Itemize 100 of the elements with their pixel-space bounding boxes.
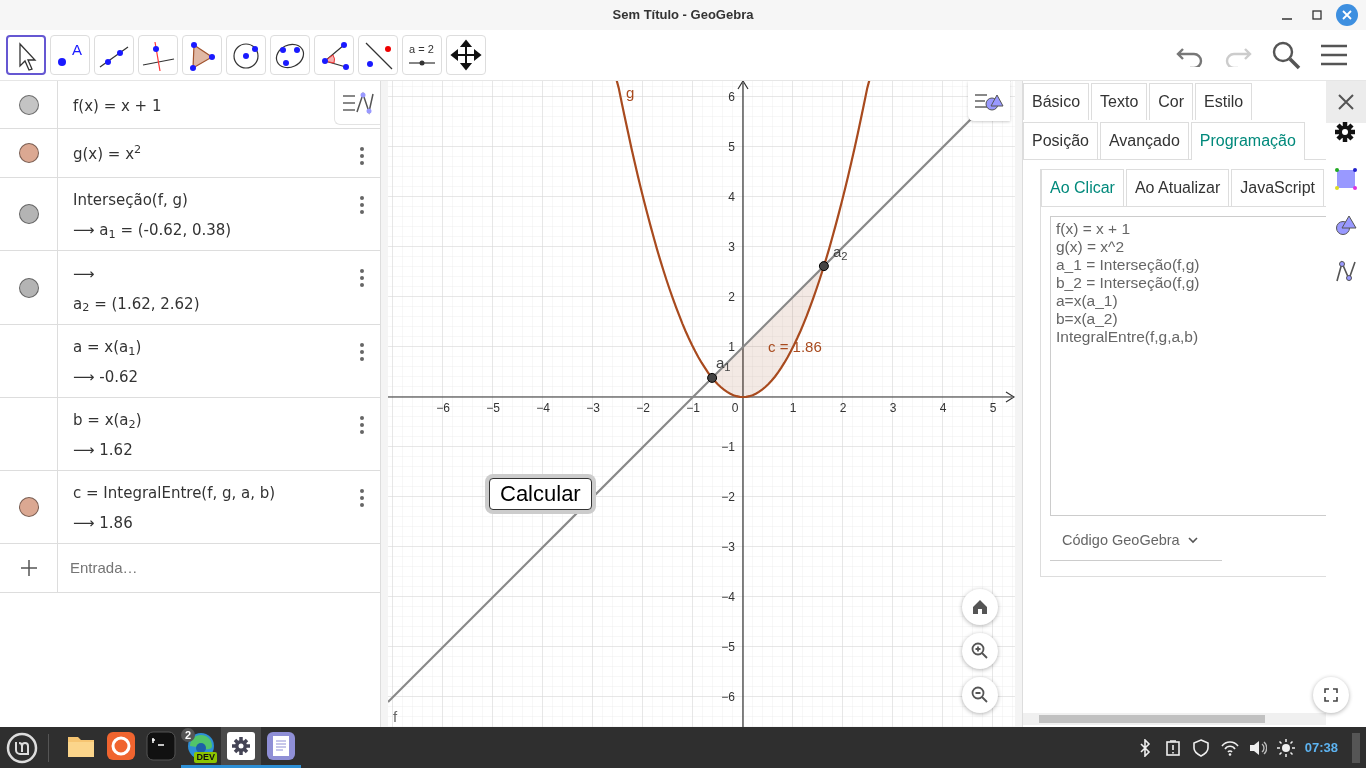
clipboard-icon <box>1164 738 1183 757</box>
shapes-icon <box>1334 213 1358 237</box>
kebab-icon <box>360 489 364 507</box>
taskbar-app[interactable] <box>221 727 261 768</box>
kebab-icon <box>360 196 364 214</box>
tick-label: −2 <box>721 490 735 504</box>
close-button[interactable] <box>1336 4 1358 26</box>
tick-label: 3 <box>889 401 897 415</box>
visibility-toggle[interactable] <box>18 94 39 115</box>
scrollbar[interactable] <box>1023 713 1326 725</box>
tick-label: 1 <box>728 340 735 354</box>
tick-label: 4 <box>728 190 735 204</box>
style-bar-button[interactable] <box>968 81 1010 121</box>
caret-icon <box>1187 537 1198 545</box>
tab[interactable]: Cor <box>1149 83 1194 120</box>
tab[interactable]: Básico <box>1023 83 1090 120</box>
shield-icon <box>1192 738 1211 757</box>
wifi-button[interactable] <box>1220 738 1239 757</box>
tag-label: DEV <box>194 752 217 763</box>
tick-label: −3 <box>586 401 600 415</box>
tick-label: 0 <box>731 401 739 415</box>
tick-label: −6 <box>436 401 450 415</box>
square-icon <box>1334 167 1358 191</box>
tool-button[interactable] <box>6 35 46 75</box>
tab[interactable]: Ao Atualizar <box>1125 169 1230 206</box>
visibility-toggle[interactable] <box>18 277 39 298</box>
point-label: a$_{1}$ <box>716 354 731 372</box>
volume-icon <box>1248 738 1267 757</box>
visibility-toggle[interactable] <box>18 204 39 224</box>
output-text: ⟶ a$_{1}$ = (-0.62, 0.38) <box>73 221 233 239</box>
clock-text[interactable]: 07:38 <box>1304 737 1338 758</box>
fullscreen-icon <box>1324 688 1338 702</box>
point-icon <box>57 57 67 67</box>
tick-label: 3 <box>728 240 735 254</box>
browser-icon <box>106 731 136 761</box>
tab[interactable]: Ao Clicar <box>1041 169 1124 206</box>
tick-label: −6 <box>721 690 735 704</box>
splitter-handle[interactable] <box>381 81 388 727</box>
expression-text: c = IntegralEntre(f, g, a, b) <box>73 484 277 502</box>
move-arrows-icon <box>448 37 484 73</box>
expression-text: Interseção(f, g) <box>73 191 189 209</box>
visibility-toggle[interactable] <box>18 143 39 163</box>
expression-text: a = x(a$_{1}$) <box>73 338 143 356</box>
slider-icon <box>408 60 436 66</box>
kebab-icon <box>360 416 364 434</box>
close-button[interactable] <box>1326 81 1366 123</box>
menu-icon <box>1320 43 1348 67</box>
brightness-button[interactable] <box>1276 738 1295 757</box>
terminal-icon <box>146 731 176 761</box>
tick-label: −4 <box>536 401 550 415</box>
graph-style-icon <box>1334 259 1358 283</box>
tick-label: 2 <box>728 290 735 304</box>
tick-label: 6 <box>728 90 735 104</box>
fullscreen-button[interactable] <box>1313 677 1349 713</box>
maximize-icon <box>1312 10 1322 20</box>
search-button[interactable] <box>1270 39 1302 71</box>
tick-label: −1 <box>721 440 735 454</box>
output-text: ⟶ 1.62 <box>73 441 134 459</box>
tab[interactable]: JavaScript <box>1231 169 1324 206</box>
gear-icon <box>1334 121 1358 145</box>
tick-label: 2 <box>839 401 847 415</box>
intersection-point <box>707 372 718 383</box>
tick-label: −1 <box>686 401 700 415</box>
tick-label: −5 <box>486 401 500 415</box>
tab[interactable]: Avançado <box>1099 122 1189 159</box>
kebab-icon <box>360 343 364 361</box>
curve-label: f <box>393 708 398 726</box>
tick-label: −5 <box>721 640 735 654</box>
output-text: a$_{2}$ = (1.62, 2.62) <box>73 294 201 313</box>
tab[interactable]: Texto <box>1091 83 1148 120</box>
style-bar-button[interactable] <box>334 81 380 125</box>
graphics-view-button[interactable] <box>1332 165 1360 193</box>
expression-text: f(x) = x + 1 <box>73 96 163 115</box>
document-icon <box>266 731 296 761</box>
wifi-icon <box>1220 738 1239 757</box>
visibility-toggle[interactable] <box>18 497 39 517</box>
plus-icon <box>20 560 37 576</box>
close-icon <box>1338 94 1354 110</box>
search-icon <box>1271 40 1301 70</box>
tab[interactable]: Programação <box>1190 122 1305 160</box>
curve-label: g <box>626 84 635 102</box>
output-text: ⟶ -0.62 <box>73 368 140 386</box>
expression-text: b = x(a$_{2}$) <box>73 411 143 429</box>
brightness-icon <box>1276 738 1295 757</box>
clipboard-button[interactable] <box>1164 738 1183 757</box>
volume-button[interactable] <box>1248 738 1267 757</box>
tick-label: 1 <box>789 401 797 415</box>
close-icon <box>1342 10 1352 20</box>
tool-button[interactable]: a = 2 <box>402 35 442 75</box>
logo-icon <box>6 731 38 764</box>
splitter-handle[interactable] <box>1015 81 1022 727</box>
tab[interactable]: Posição <box>1023 122 1098 159</box>
kebab-icon <box>360 147 364 165</box>
shield-button[interactable] <box>1192 738 1211 757</box>
tick-label: −4 <box>721 590 735 604</box>
tick-label: 4 <box>939 401 947 415</box>
tool-button[interactable]: A <box>50 35 90 75</box>
window-title: Sem Título - GeoGebra <box>612 6 754 25</box>
count-badge: 2 <box>181 728 196 742</box>
tab[interactable]: Estilo <box>1195 83 1253 120</box>
